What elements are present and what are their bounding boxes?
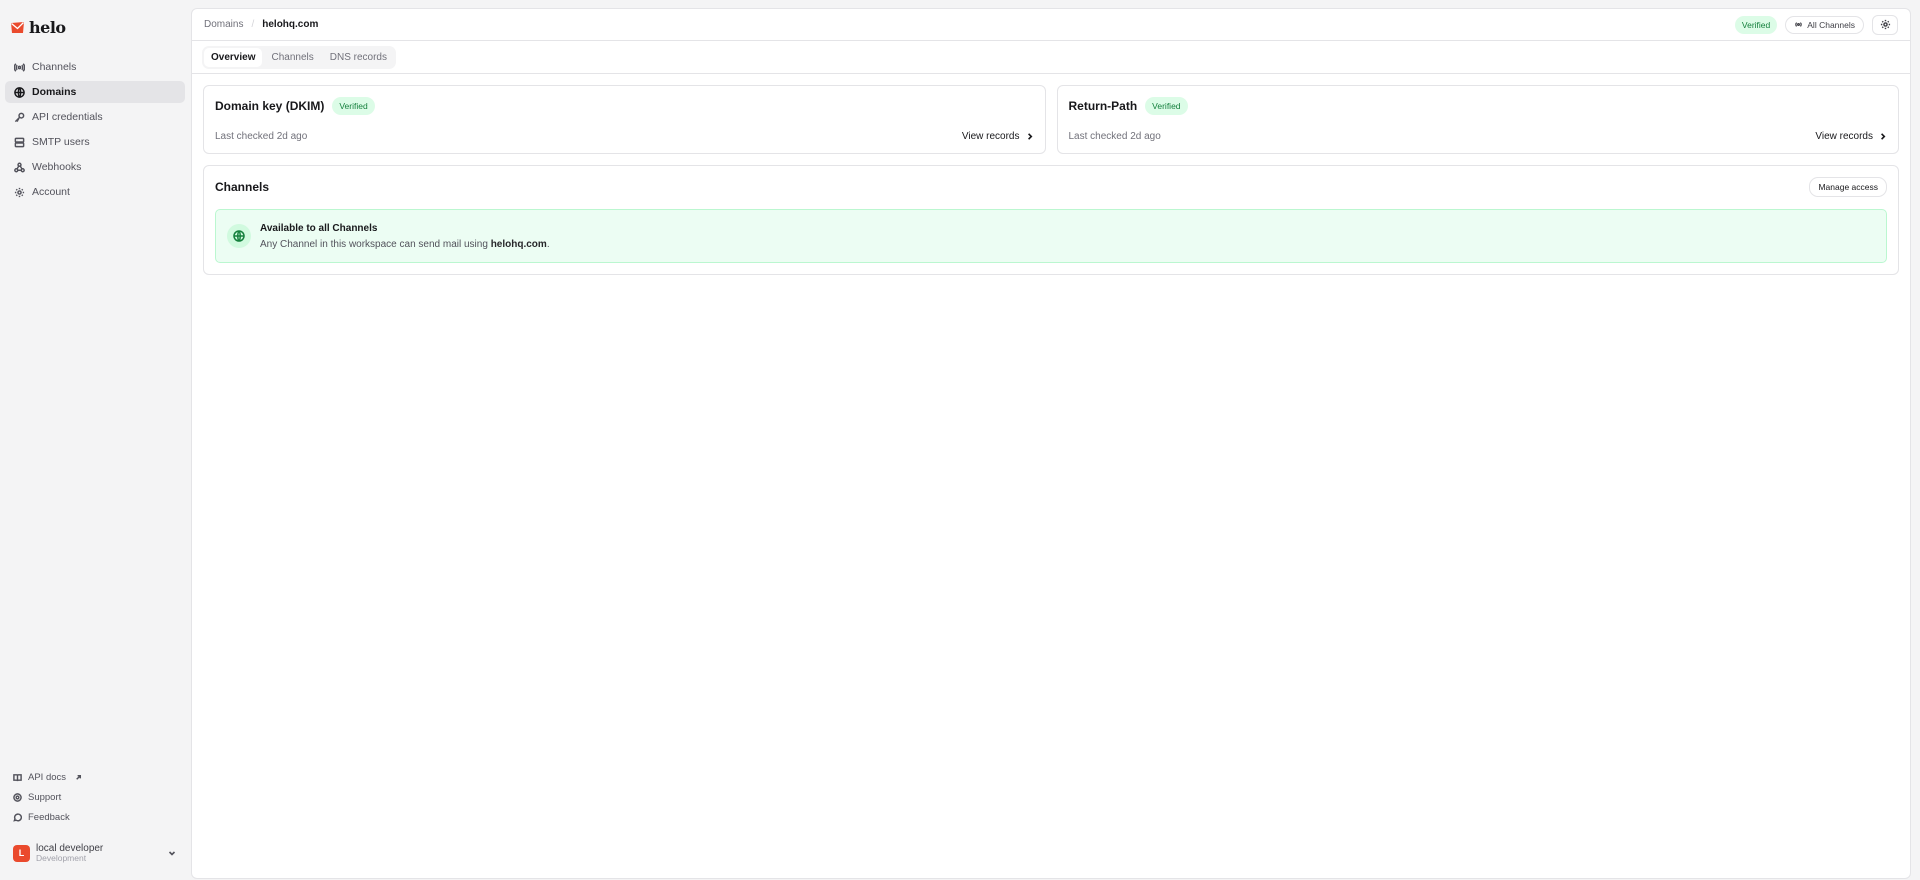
feedback-link[interactable]: Feedback (5, 808, 185, 827)
header: Domains / helohq.com Verified All Channe… (192, 9, 1910, 41)
sidebar-item-webhooks[interactable]: Webhooks (5, 156, 185, 178)
notice-body: Any Channel in this workspace can send m… (260, 238, 550, 250)
tab-bar: Overview Channels DNS records (192, 41, 1910, 74)
last-checked-text: Last checked 2d ago (1068, 131, 1161, 142)
view-records-label: View records (961, 131, 1020, 142)
brand-name: helo (29, 17, 66, 37)
sidebar-footer: API docs Support Feedback L local develo… (0, 768, 190, 880)
message-circle-icon (13, 813, 22, 822)
user-menu[interactable]: L local developer Development (5, 837, 185, 870)
all-channels-label: All Channels (1807, 19, 1855, 30)
sidebar-item-label: Domains (32, 86, 77, 98)
gear-icon (1880, 19, 1890, 30)
help-circle-icon (13, 792, 22, 802)
broadcast-icon (13, 61, 25, 73)
sidebar-item-label: API credentials (32, 111, 103, 123)
last-checked-text: Last checked 2d ago (215, 131, 308, 142)
tabs: Overview Channels DNS records (202, 45, 396, 69)
broadcast-icon (1795, 22, 1803, 27)
chevron-right-icon (1881, 133, 1886, 140)
envelope-logo-icon (11, 21, 24, 33)
api-docs-link[interactable]: API docs (5, 768, 185, 787)
status-badge: Verified (1734, 15, 1778, 34)
card-title: Return-Path (1068, 99, 1138, 113)
key-icon (13, 111, 25, 123)
status-badge: Verified (332, 97, 375, 115)
tab-overview[interactable]: Overview (204, 47, 263, 67)
user-environment: Development (36, 853, 87, 864)
status-badge: Verified (1145, 97, 1188, 115)
avatar: L (13, 844, 30, 862)
sidebar-item-label: Webhooks (32, 161, 82, 173)
settings-button[interactable] (1872, 14, 1898, 35)
availability-notice: Available to all Channels Any Channel in… (215, 209, 1887, 263)
server-icon (13, 136, 25, 148)
record-cards: Domain key (DKIM) Verified Last checked … (192, 74, 1910, 154)
return-path-card: Return-Path Verified Last checked 2d ago… (1056, 85, 1899, 154)
section-title: Channels (215, 180, 270, 194)
api-docs-label: API docs (28, 771, 67, 783)
globe-icon (227, 224, 251, 248)
chevron-right-icon (1027, 133, 1032, 140)
support-label: Support (28, 791, 62, 803)
sidebar-item-label: Channels (32, 61, 77, 73)
view-records-link[interactable]: View records (962, 131, 1034, 142)
sidebar-item-domains[interactable]: Domains (5, 81, 185, 103)
sidebar-item-api-credentials[interactable]: API credentials (5, 106, 185, 128)
view-records-label: View records (1815, 131, 1873, 142)
channels-section: Channels Manage access Available to all … (203, 165, 1899, 275)
sidebar: helo Channels Domains API credentials SM… (0, 0, 190, 880)
sidebar-item-smtp-users[interactable]: SMTP users (5, 131, 185, 153)
chevron-down-icon (168, 851, 176, 856)
sidebar-item-label: SMTP users (32, 136, 90, 148)
sidebar-nav: Channels Domains API credentials SMTP us… (0, 52, 190, 207)
notice-title: Available to all Channels (260, 222, 378, 234)
book-icon (13, 773, 22, 781)
card-title: Domain key (DKIM) (215, 99, 325, 113)
external-link-icon (76, 774, 82, 780)
notice-domain: helohq.com (490, 238, 547, 250)
main-panel: Domains / helohq.com Verified All Channe… (191, 8, 1911, 879)
gear-icon (13, 186, 25, 198)
all-channels-button[interactable]: All Channels (1785, 15, 1864, 34)
dkim-card: Domain key (DKIM) Verified Last checked … (203, 85, 1046, 154)
sidebar-item-label: Account (32, 186, 70, 198)
webhook-icon (13, 161, 25, 173)
breadcrumb-domains[interactable]: Domains (204, 19, 243, 30)
globe-icon (13, 86, 25, 98)
view-records-link[interactable]: View records (1815, 131, 1887, 142)
breadcrumb-current: helohq.com (262, 19, 319, 30)
feedback-label: Feedback (28, 811, 70, 823)
sidebar-item-channels[interactable]: Channels (5, 56, 185, 78)
manage-access-button[interactable]: Manage access (1809, 177, 1887, 197)
support-link[interactable]: Support (5, 788, 185, 807)
tab-channels[interactable]: Channels (264, 48, 320, 67)
tab-dns-records[interactable]: DNS records (323, 48, 394, 67)
breadcrumb-separator: / (251, 19, 255, 30)
logo[interactable]: helo (0, 0, 190, 48)
sidebar-item-account[interactable]: Account (5, 181, 185, 203)
